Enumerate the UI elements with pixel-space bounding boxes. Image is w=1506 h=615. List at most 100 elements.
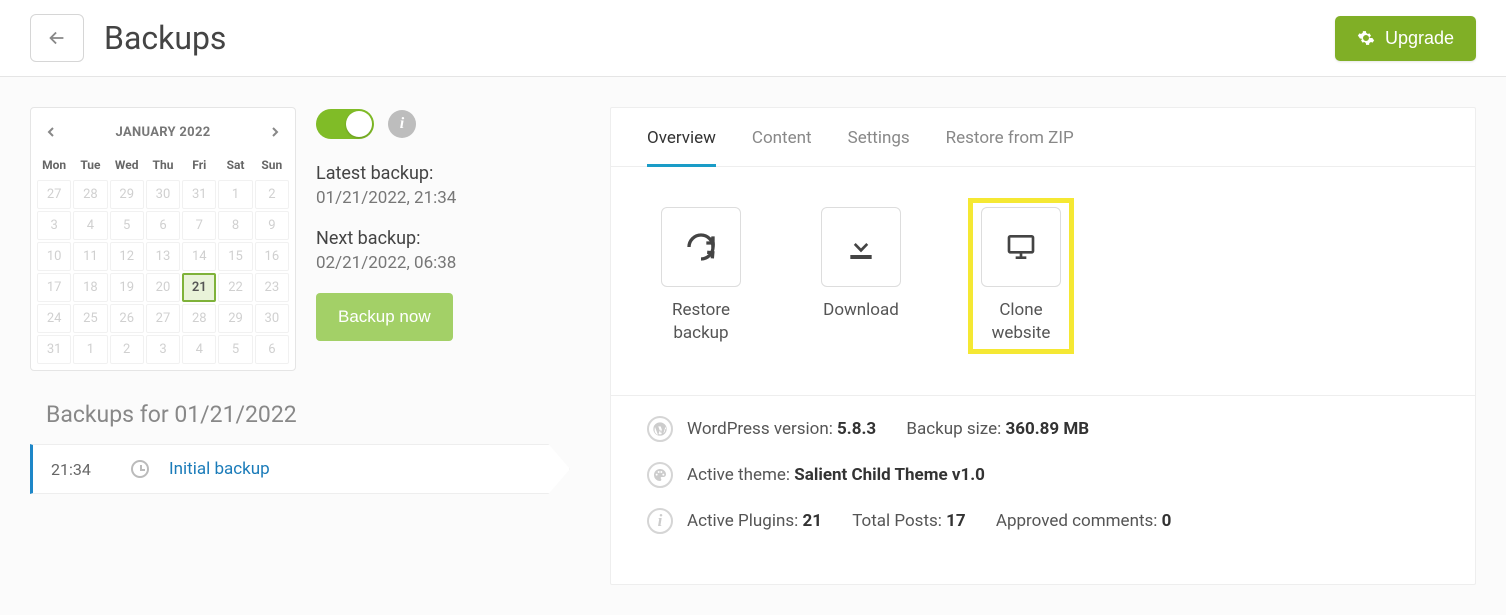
calendar-cell[interactable]: 30 — [146, 180, 180, 209]
calendar-cell[interactable]: 29 — [218, 304, 252, 333]
calendar-cell[interactable]: 14 — [182, 242, 216, 271]
toggle-row: i — [316, 109, 570, 139]
tab-settings[interactable]: Settings — [848, 128, 910, 166]
theme-detail-text: Active theme: Salient Child Theme v1.0 — [687, 465, 985, 485]
calendar-cell[interactable]: 18 — [73, 273, 107, 302]
clone-website-label: Clonewebsite — [992, 299, 1051, 345]
tab-content[interactable]: Content — [752, 128, 812, 166]
calendar-day-head: Fri — [182, 154, 216, 178]
calendar-cell[interactable]: 24 — [37, 304, 71, 333]
calendar-day-head: Sun — [255, 154, 289, 178]
calendar-cell[interactable]: 3 — [37, 211, 71, 240]
calendar-cell[interactable]: 2 — [110, 335, 144, 364]
calendar: JANUARY 2022 MonTueWedThuFriSatSun272829… — [30, 107, 296, 371]
plugins-detail-text: Active Plugins: 21 Total Posts: 17 Appro… — [687, 511, 1197, 531]
calendar-prev[interactable] — [39, 120, 63, 144]
refresh-icon — [685, 231, 717, 263]
clock-icon — [131, 460, 149, 478]
chevron-right-icon — [270, 127, 280, 137]
calendar-cell[interactable]: 19 — [110, 273, 144, 302]
calendar-cell[interactable]: 26 — [110, 304, 144, 333]
content: JANUARY 2022 MonTueWedThuFriSatSun272829… — [0, 77, 1506, 615]
calendar-day-head: Mon — [37, 154, 71, 178]
calendar-cell[interactable]: 12 — [110, 242, 144, 271]
backups-for-heading: Backups for 01/21/2022 — [46, 401, 570, 428]
calendar-day-head: Sat — [218, 154, 252, 178]
tab-overview[interactable]: Overview — [647, 128, 716, 167]
clone-website-action: Clonewebsite — [971, 201, 1071, 351]
back-button[interactable] — [30, 14, 84, 62]
calendar-cell[interactable]: 20 — [146, 273, 180, 302]
calendar-cell[interactable]: 25 — [73, 304, 107, 333]
backup-items: 21:34Initial backup — [30, 444, 570, 494]
calendar-cell[interactable]: 23 — [255, 273, 289, 302]
calendar-cell[interactable]: 28 — [182, 304, 216, 333]
calendar-header: JANUARY 2022 — [37, 114, 289, 154]
calendar-cell[interactable]: 16 — [255, 242, 289, 271]
next-backup-label: Next backup: — [316, 228, 570, 249]
calendar-cell[interactable]: 11 — [73, 242, 107, 271]
calendar-cell[interactable]: 1 — [73, 335, 107, 364]
info-circle-icon: i — [647, 508, 673, 534]
calendar-cell[interactable]: 6 — [146, 211, 180, 240]
page-header: Backups Upgrade — [0, 0, 1506, 77]
calendar-cell[interactable]: 4 — [182, 335, 216, 364]
calendar-grid: MonTueWedThuFriSatSun2728293031123456789… — [37, 154, 289, 364]
restore-backup-button[interactable] — [661, 207, 741, 287]
tab-restore-from-zip[interactable]: Restore from ZIP — [946, 128, 1074, 166]
calendar-cell[interactable]: 9 — [255, 211, 289, 240]
calendar-cell[interactable]: 21 — [182, 273, 216, 302]
clone-website-button[interactable] — [981, 207, 1061, 287]
toggle-knob — [346, 111, 372, 137]
info-icon[interactable]: i — [388, 110, 416, 138]
upgrade-button[interactable]: Upgrade — [1335, 16, 1476, 61]
calendar-day-head: Wed — [110, 154, 144, 178]
calendar-cell[interactable]: 27 — [146, 304, 180, 333]
download-label: Download — [823, 299, 899, 322]
calendar-cell[interactable]: 8 — [218, 211, 252, 240]
details: WordPress version: 5.8.3 Backup size: 36… — [611, 396, 1475, 584]
calendar-cell[interactable]: 7 — [182, 211, 216, 240]
detail-row-plugins: i Active Plugins: 21 Total Posts: 17 App… — [647, 508, 1439, 534]
calendar-cell[interactable]: 6 — [255, 335, 289, 364]
calendar-cell[interactable]: 5 — [110, 211, 144, 240]
wordpress-icon — [647, 416, 673, 442]
calendar-cell[interactable]: 30 — [255, 304, 289, 333]
calendar-cell[interactable]: 22 — [218, 273, 252, 302]
download-button[interactable] — [821, 207, 901, 287]
calendar-row: JANUARY 2022 MonTueWedThuFriSatSun272829… — [30, 107, 570, 371]
left-column: JANUARY 2022 MonTueWedThuFriSatSun272829… — [30, 107, 570, 494]
gear-icon — [1357, 29, 1375, 47]
calendar-cell[interactable]: 5 — [218, 335, 252, 364]
tabs: Overview Content Settings Restore from ZIP — [611, 108, 1475, 167]
page-title: Backups — [104, 19, 226, 57]
calendar-cell[interactable]: 31 — [37, 335, 71, 364]
right-column: OverviewContentSettingsRestore from ZIP … — [610, 107, 1476, 585]
download-icon — [845, 231, 877, 263]
calendar-next[interactable] — [263, 120, 287, 144]
backup-now-button[interactable]: Backup now — [316, 293, 453, 341]
calendar-cell[interactable]: 13 — [146, 242, 180, 271]
calendar-cell[interactable]: 28 — [73, 180, 107, 209]
calendar-cell[interactable]: 2 — [255, 180, 289, 209]
calendar-cell[interactable]: 4 — [73, 211, 107, 240]
backup-time: 21:34 — [51, 460, 111, 479]
detail-row-wp: WordPress version: 5.8.3 Backup size: 36… — [647, 416, 1439, 442]
calendar-cell[interactable]: 1 — [218, 180, 252, 209]
calendar-cell[interactable]: 29 — [110, 180, 144, 209]
calendar-cell[interactable]: 15 — [218, 242, 252, 271]
calendar-cell[interactable]: 3 — [146, 335, 180, 364]
chevron-left-icon — [46, 127, 56, 137]
palette-icon — [647, 462, 673, 488]
auto-backup-toggle[interactable] — [316, 109, 374, 139]
actions: Restorebackup Download Clonewebsite — [611, 167, 1475, 396]
latest-backup-label: Latest backup: — [316, 163, 570, 184]
backup-info: i Latest backup: 01/21/2022, 21:34 Next … — [316, 107, 570, 341]
calendar-cell[interactable]: 31 — [182, 180, 216, 209]
download-action: Download — [821, 207, 901, 345]
detail-row-theme: Active theme: Salient Child Theme v1.0 — [647, 462, 1439, 488]
calendar-cell[interactable]: 17 — [37, 273, 71, 302]
calendar-cell[interactable]: 10 — [37, 242, 71, 271]
backup-item[interactable]: 21:34Initial backup — [30, 444, 570, 494]
calendar-cell[interactable]: 27 — [37, 180, 71, 209]
